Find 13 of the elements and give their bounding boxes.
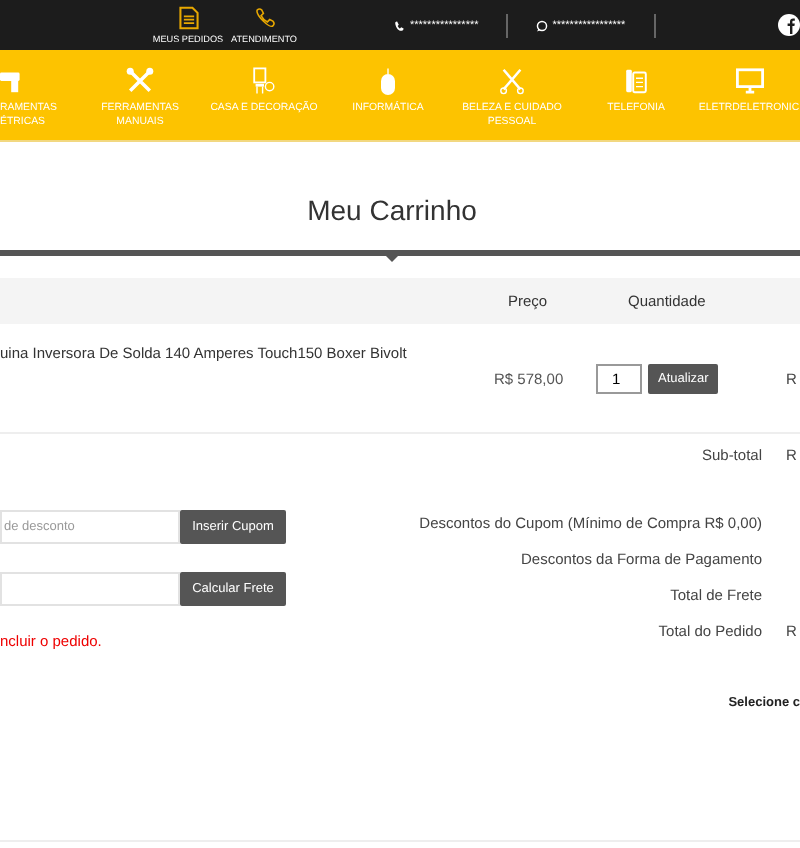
monitor-icon <box>735 68 763 94</box>
shipping-field[interactable] <box>0 572 180 606</box>
phone-icon <box>394 19 406 31</box>
page-title: Meu Carrinho <box>305 194 479 230</box>
phone-icon <box>253 6 275 30</box>
chat-icon <box>536 19 549 31</box>
furniture-icon <box>253 67 275 95</box>
social-icon[interactable] <box>778 14 800 36</box>
scissors-icon <box>500 68 524 95</box>
tools-icon <box>126 67 154 93</box>
mouse-icon <box>381 67 395 95</box>
document-icon <box>177 6 199 30</box>
telephone-icon <box>626 69 647 94</box>
